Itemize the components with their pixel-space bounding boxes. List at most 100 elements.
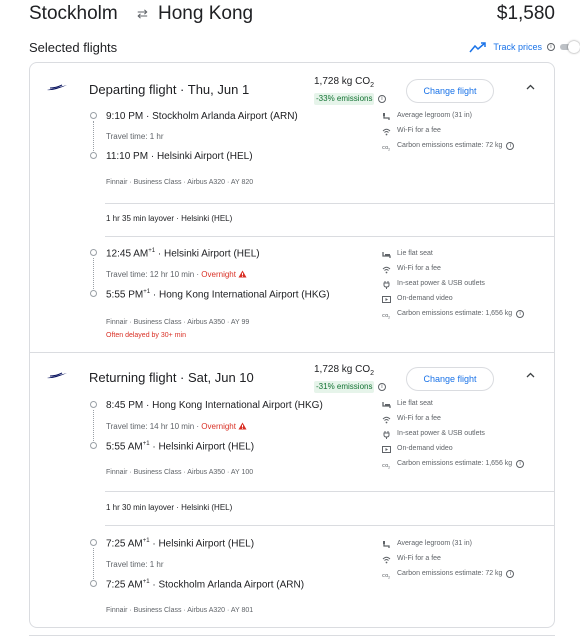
co2-estimate: Carbon emissions estimate: 72 kg i [397,570,515,578]
departure-line: 7:25 AM+1 · Helsinki Airport (HEL) [106,538,255,550]
amenity-seat: Lie flat seat [382,399,552,411]
info-icon[interactable]: i [506,570,515,578]
info-icon[interactable]: i [516,460,525,468]
arrival-dot [90,290,97,297]
warning-icon [238,270,247,278]
finnair-logo-icon [47,84,67,91]
co2-icon: co 2 [382,573,390,580]
video-icon [382,296,391,303]
svg-text:2: 2 [388,466,390,470]
flight-details: Finnair · Business Class · Airbus A320 ·… [106,607,254,614]
amenity-wifi: Wi-Fi for a fee [382,264,552,276]
arrival-line: 7:25 AM+1 · Stockholm Arlanda Airport (A… [106,579,305,591]
track-prices[interactable]: Track prices i [469,38,555,56]
returning-flight-title: Returning flight · Sat, Jun 10 [89,370,254,385]
flight-details: Finnair · Business Class · Airbus A320 ·… [106,179,254,186]
chevron-up-icon[interactable] [526,372,535,378]
overnight-warning: Overnight [201,270,236,279]
power-plug-icon [383,281,390,289]
arrival-line: 5:55 PM+1 · Hong Kong International Airp… [106,289,330,301]
info-icon[interactable]: i [378,383,386,391]
divider [105,525,554,526]
departure-dot [90,539,97,546]
amenity-power: In-seat power & USB outlets [382,279,552,291]
co2-estimate: Carbon emissions estimate: 1,656 kg i [397,310,525,318]
travel-time: Travel time: 12 hr 10 min · Overnight [106,270,247,279]
svg-text:2: 2 [388,316,390,320]
change-flight-button[interactable]: Change flight [406,367,494,391]
amenity-seat: Lie flat seat [382,249,552,261]
power-plug-icon [383,431,390,439]
trend-icon [469,42,487,53]
co2-total: 1,728 kg CO2 [314,364,375,377]
amenity-wifi: Wi-Fi for a fee [382,554,552,566]
route-line [93,121,94,151]
departure-line: 9:10 PM · Stockholm Arlanda Airport (ARN… [106,111,298,122]
video-icon [382,446,391,453]
wifi-icon [382,128,391,136]
change-flight-button[interactable]: Change flight [406,79,494,103]
track-prices-label[interactable]: Track prices [493,42,542,52]
departure-line: 12:45 AM+1 · Helsinki Airport (HEL) [106,248,260,260]
divider [105,236,554,237]
origin-city: Stockholm [29,3,118,24]
flight-segment: 8:45 PM · Hong Kong International Airpor… [30,395,554,490]
selected-flights-heading: Selected flights [29,40,118,55]
swap-arrows-icon: ⇄ [137,6,148,21]
info-icon[interactable]: i [506,142,515,150]
departure-line: 8:45 PM · Hong Kong International Airpor… [106,400,323,411]
amenity-co2: co 2 Carbon emissions estimate: 1,656 kg … [382,459,552,471]
amenity-video: On-demand video [382,444,552,456]
travel-time: Travel time: 1 hr [106,560,164,569]
chevron-up-icon[interactable] [526,84,535,90]
emissions-badge: -31% emissions [314,381,375,393]
co2-icon: co 2 [382,145,390,152]
amenity-wifi: Wi-Fi for a fee [382,126,552,138]
flight-segment: 9:10 PM · Stockholm Arlanda Airport (ARN… [30,107,554,203]
flight-details: Finnair · Business Class · Airbus A350 ·… [106,319,250,326]
travel-time: Travel time: 14 hr 10 min · Overnight [106,422,247,431]
departing-flight-title: Departing flight · Thu, Jun 1 [89,82,250,97]
route-line [93,410,94,441]
wifi-icon [382,266,391,274]
arrival-dot [90,580,97,587]
departing-flight-header[interactable]: Departing flight · Thu, Jun 1 1,728 kg C… [30,67,554,107]
route-line [93,548,94,579]
amenity-legroom: Average legroom (31 in) [382,111,552,123]
arrival-dot [90,152,97,159]
flight-details: Finnair · Business Class · Airbus A350 ·… [106,469,254,476]
delay-notice: Often delayed by 30+ min [106,332,186,339]
next-card-edge [29,635,555,637]
departure-dot [90,401,97,408]
info-icon[interactable]: i [547,43,555,51]
flight-segment: 12:45 AM+1 · Helsinki Airport (HEL) Trav… [30,243,554,351]
info-icon[interactable]: i [378,95,386,103]
flight-segment: 7:25 AM+1 · Helsinki Airport (HEL) Trave… [30,533,554,623]
legroom-icon [383,113,390,120]
lie-flat-seat-icon [382,252,391,258]
finnair-logo-icon [47,372,67,379]
section-divider [30,352,554,353]
divider [105,203,554,204]
destination-city: Hong Kong [158,3,254,24]
lie-flat-seat-icon [382,402,391,408]
travel-time: Travel time: 1 hr [106,132,164,141]
co2-estimate: Carbon emissions estimate: 1,656 kg i [397,460,525,468]
svg-text:2: 2 [388,576,390,580]
info-icon[interactable]: i [516,310,525,318]
layover-info: 1 hr 30 min layover · Helsinki (HEL) [106,503,233,512]
arrival-line: 11:10 PM · Helsinki Airport (HEL) [106,151,253,162]
track-prices-toggle[interactable] [560,41,580,53]
amenity-co2: co 2 Carbon emissions estimate: 1,656 kg … [382,309,552,321]
returning-flight-header[interactable]: Returning flight · Sat, Jun 10 1,728 kg … [30,355,554,395]
legroom-icon [383,541,390,548]
amenity-wifi: Wi-Fi for a fee [382,414,552,426]
arrival-dot [90,442,97,449]
toggle-knob [568,41,580,53]
amenity-power: In-seat power & USB outlets [382,429,552,441]
amenity-legroom: Average legroom (31 in) [382,539,552,551]
svg-text:2: 2 [388,148,390,152]
route-line [93,258,94,289]
warning-icon [238,422,247,430]
wifi-icon [382,556,391,564]
